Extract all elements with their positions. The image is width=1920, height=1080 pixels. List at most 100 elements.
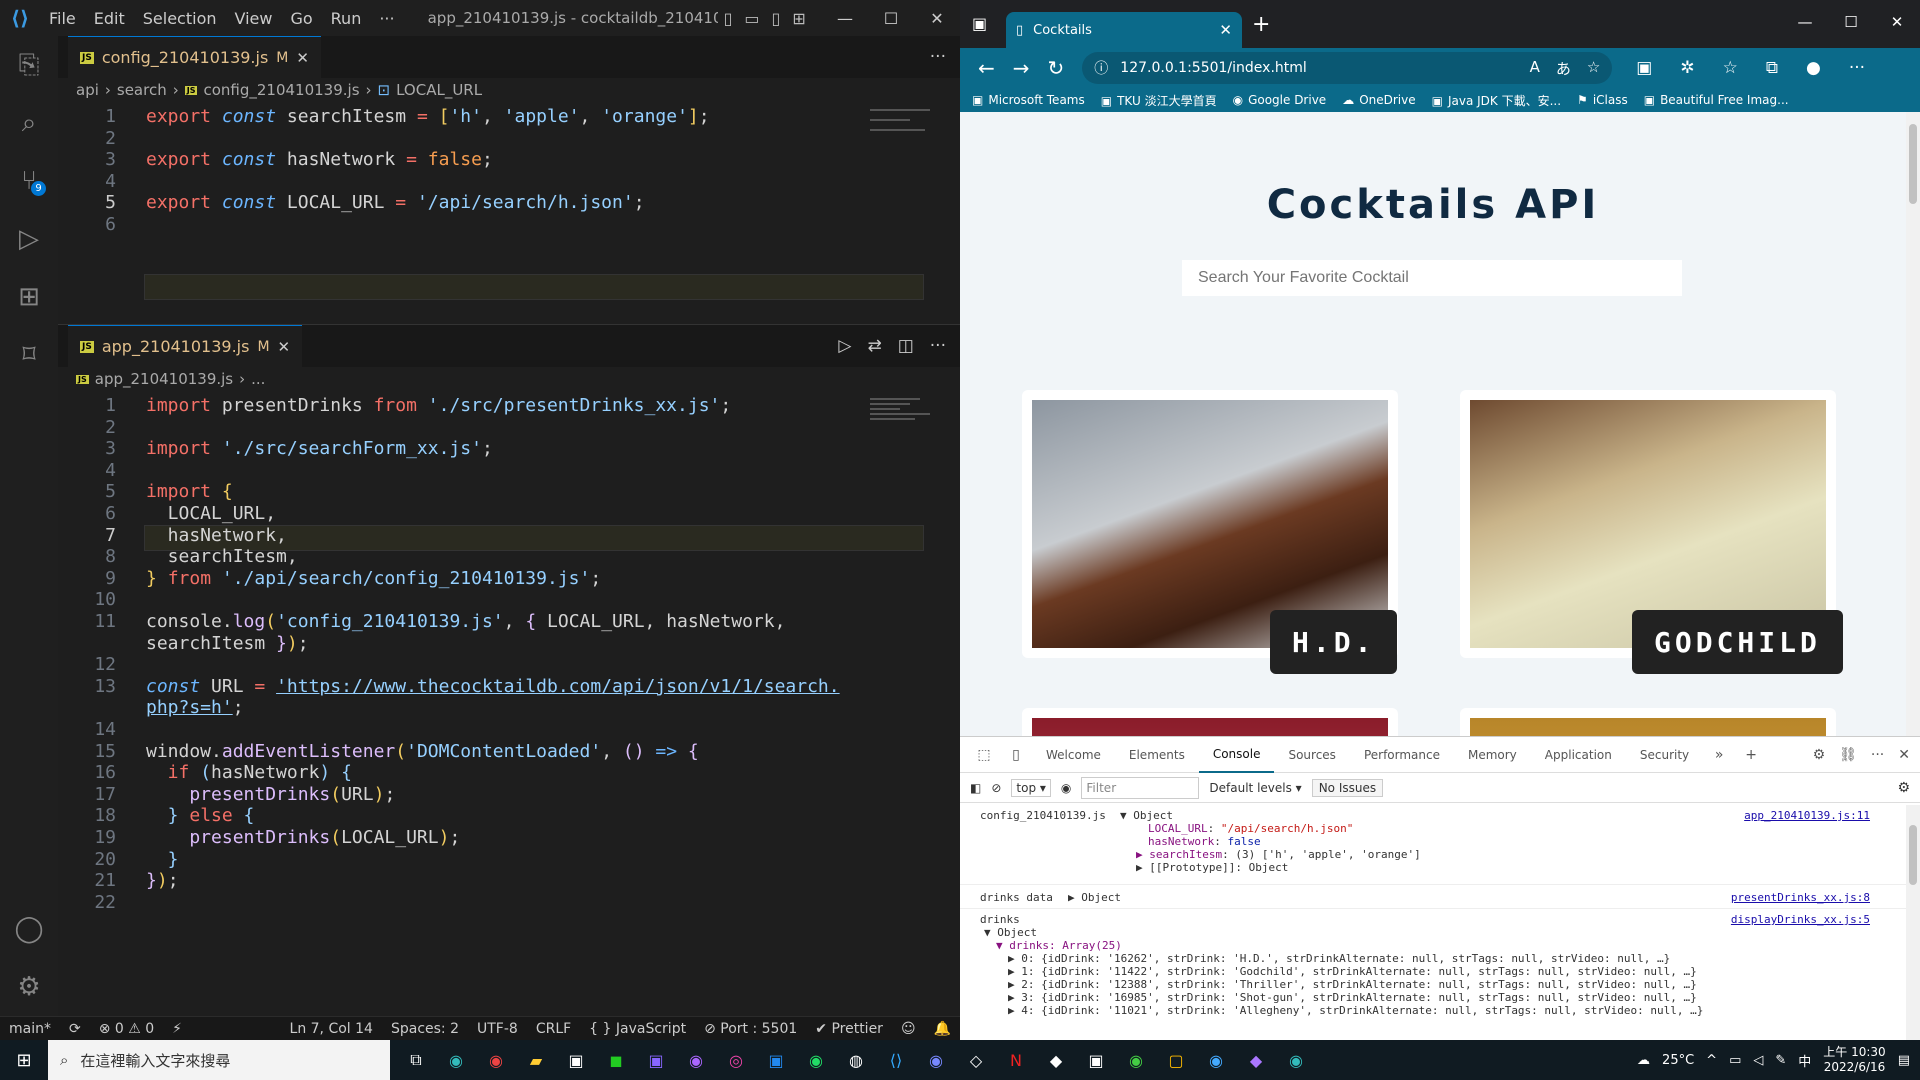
edge-app-icon[interactable]: ◉ <box>436 1040 476 1080</box>
clear-console-icon[interactable]: ⊘ <box>991 781 1001 795</box>
ime-indicator[interactable]: 中 <box>1798 1051 1811 1070</box>
inspect-element-icon[interactable]: ⬚ <box>968 747 1000 763</box>
cocktail-card[interactable] <box>1460 708 1836 736</box>
devtools-tab-welcome[interactable]: Welcome <box>1032 737 1115 773</box>
search-icon[interactable]: ⌕ <box>0 94 58 152</box>
tab-config-js[interactable]: JS config_210410139.js M ✕ <box>68 36 321 78</box>
windows-start-icon[interactable]: ⊞ <box>0 1050 48 1071</box>
app-icon[interactable]: ◆ <box>1236 1040 1276 1080</box>
object-toggle[interactable]: ▶ Object <box>1068 891 1121 904</box>
close-button[interactable]: ✕ <box>1874 0 1920 44</box>
profile-avatar[interactable]: ● <box>1806 58 1821 78</box>
object-toggle[interactable]: ▼ Object <box>1120 809 1173 822</box>
toggle-secondary-sidebar-icon[interactable]: ▯ <box>772 9 781 28</box>
extensions-icon[interactable]: ⊞ <box>0 268 58 326</box>
favorite-link[interactable]: ▣ Beautiful Free Imag... <box>1644 93 1789 107</box>
app-icon[interactable]: ◉ <box>1196 1040 1236 1080</box>
drinks-array-toggle[interactable]: ▼ drinks: Array(25) <box>996 939 1122 952</box>
teams-app-icon[interactable]: ▣ <box>636 1040 676 1080</box>
prettier-status[interactable]: ✔ Prettier <box>806 1021 892 1037</box>
breadcrumb-item[interactable]: api <box>76 81 99 99</box>
menu-item[interactable]: Edit <box>85 9 134 28</box>
issues-button[interactable]: No Issues <box>1311 778 1384 797</box>
array-item[interactable]: ▶ 1: {idDrink: '11422', strDrink: 'Godch… <box>1008 965 1697 978</box>
breadcrumb-item[interactable]: ... <box>251 370 265 388</box>
messenger-app-icon[interactable]: ◉ <box>676 1040 716 1080</box>
customize-icon[interactable]: ⛓ <box>1839 747 1857 763</box>
cocktail-search-input[interactable] <box>1182 260 1682 296</box>
app-icon[interactable]: ▢ <box>1156 1040 1196 1080</box>
notifications-icon[interactable]: ▤ <box>1898 1053 1910 1068</box>
chrome-app-icon[interactable]: ◉ <box>476 1040 516 1080</box>
notifications-icon[interactable]: 🔔 <box>925 1021 960 1037</box>
minimap[interactable] <box>870 395 950 465</box>
clock[interactable]: 上午 10:30 2022/6/16 <box>1823 1045 1885 1075</box>
cocktail-card[interactable]: GODCHILD <box>1460 390 1843 674</box>
tray-overflow-icon[interactable]: ^ <box>1706 1053 1717 1068</box>
feedback-icon[interactable]: ☺ <box>892 1021 925 1037</box>
toggle-sidebar-icon[interactable]: ▯ <box>724 9 733 28</box>
favorite-link[interactable]: ▣ Java JDK 下載、安... <box>1432 92 1561 109</box>
close-tab-icon[interactable]: ✕ <box>296 49 309 67</box>
taskbar-search-box[interactable]: ⌕ 在這裡輸入文字來搜尋 <box>48 1040 390 1080</box>
minimize-button[interactable]: — <box>1782 0 1828 44</box>
volume-icon[interactable]: ◁ <box>1753 1053 1763 1068</box>
more-tabs-icon[interactable]: » <box>1703 747 1735 763</box>
run-code-icon[interactable]: ▷ <box>838 336 851 356</box>
array-item[interactable]: ▶ 3: {idDrink: '16985', strDrink: 'Shot-… <box>1008 991 1697 1004</box>
close-tab-icon[interactable]: ✕ <box>1219 21 1232 39</box>
line-app-icon[interactable]: ◼ <box>596 1040 636 1080</box>
store-app-icon[interactable]: ▣ <box>556 1040 596 1080</box>
more-actions-icon[interactable]: ··· <box>930 47 946 67</box>
close-devtools-icon[interactable]: ✕ <box>1898 747 1910 763</box>
instagram-app-icon[interactable]: ◎ <box>716 1040 756 1080</box>
source-link[interactable]: app_210410139.js:11 <box>1744 809 1870 822</box>
favorite-star-icon[interactable]: ☆ <box>1587 58 1600 79</box>
menu-item[interactable]: Selection <box>134 9 226 28</box>
problems-indicator[interactable]: ⊗ 0 ⚠ 0 <box>90 1021 163 1037</box>
indentation[interactable]: Spaces: 2 <box>382 1021 468 1037</box>
settings-gear-icon[interactable]: ⚙ <box>1813 747 1826 763</box>
file-explorer-icon[interactable]: ▰ <box>516 1040 556 1080</box>
temperature[interactable]: 25°C <box>1662 1053 1694 1068</box>
object-toggle[interactable]: ▼ Object <box>984 926 1037 939</box>
language-mode[interactable]: { } JavaScript <box>580 1021 695 1037</box>
extensions-icon[interactable]: ✲ <box>1680 58 1694 78</box>
browser-tab[interactable]: ▯ Cocktails ✕ <box>1006 12 1242 48</box>
log-levels-dropdown[interactable]: Default levels ▾ <box>1209 781 1301 795</box>
weather-icon[interactable]: ☁ <box>1637 1053 1650 1068</box>
branch-indicator[interactable]: main* <box>0 1021 60 1037</box>
account-icon[interactable]: ◯ <box>0 900 58 958</box>
console-filter-input[interactable]: Filter <box>1081 776 1200 799</box>
dev-app-icon[interactable]: ▣ <box>1076 1040 1116 1080</box>
devtools-tab-console[interactable]: Console <box>1198 737 1275 773</box>
task-view-icon[interactable]: ⧉ <box>396 1040 436 1080</box>
forward-button[interactable]: → <box>1013 56 1030 80</box>
collections-icon[interactable]: ⧉ <box>1766 58 1778 78</box>
app-icon[interactable]: ◆ <box>1036 1040 1076 1080</box>
minimap[interactable] <box>870 106 950 176</box>
split-editor-icon[interactable]: ◫ <box>898 336 914 356</box>
devtools-tab-elements[interactable]: Elements <box>1115 737 1199 773</box>
code-area[interactable]: 1 import presentDrinks from './src/presen… <box>58 391 960 1011</box>
console-settings-icon[interactable]: ⚙ <box>1897 780 1920 796</box>
code-area[interactable]: 1 export const searchItesm = ['h', 'apple… <box>58 102 960 312</box>
array-item[interactable]: ▶ 4: {idDrink: '11021', strDrink: 'Alleg… <box>1008 1004 1703 1017</box>
explorer-icon[interactable]: ⎘ <box>0 36 58 94</box>
array-item[interactable]: ▶ 0: {idDrink: '16262', strDrink: 'H.D.'… <box>1008 952 1670 965</box>
source-link[interactable]: displayDrinks_xx.js:5 <box>1731 913 1870 926</box>
menu-item[interactable]: Go <box>281 9 321 28</box>
discord-app-icon[interactable]: ◉ <box>916 1040 956 1080</box>
breadcrumb-item[interactable]: app_210410139.js <box>95 370 233 388</box>
array-item[interactable]: ▶ 2: {idDrink: '12388', strDrink: 'Thril… <box>1008 978 1697 991</box>
devtools-tab-sources[interactable]: Sources <box>1274 737 1349 773</box>
vscode-app-icon[interactable]: ⟨⟩ <box>876 1040 916 1080</box>
network-icon[interactable]: ▭ <box>1729 1053 1741 1068</box>
toggle-panel-icon[interactable]: ▭ <box>744 9 759 28</box>
settings-gear-icon[interactable]: ⚙ <box>0 958 58 1016</box>
address-bar[interactable]: ⓘ 127.0.0.1:5501/index.html A あ ☆ <box>1082 52 1613 84</box>
lightning-icon[interactable]: ⚡ <box>163 1021 191 1037</box>
page-scrollbar[interactable] <box>1906 112 1920 736</box>
favorite-link[interactable]: ◉ Google Drive <box>1233 93 1327 107</box>
maximize-button[interactable]: ☐ <box>1828 0 1874 44</box>
